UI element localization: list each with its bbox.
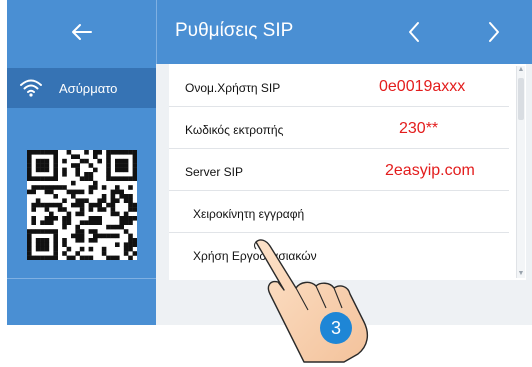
header-divider <box>156 0 157 64</box>
next-page-button[interactable] <box>479 16 509 48</box>
setting-label: Κωδικός εκτροπής <box>185 123 284 137</box>
setting-label: Server SIP <box>185 165 244 179</box>
setting-row-sip-server[interactable]: Server SIP 2easyip.com <box>169 154 509 191</box>
scroll-down-icon[interactable]: ▼ <box>517 270 525 278</box>
setting-label: Ονομ.Χρήστη SIP <box>185 81 281 95</box>
chevron-left-icon <box>409 22 419 42</box>
header-bar: Ρυθμίσεις SIP <box>7 0 532 64</box>
setting-row-manual-registration[interactable]: Χειροκίνητη εγγραφή <box>169 196 509 233</box>
chevron-right-icon <box>489 22 499 42</box>
arrow-left-icon <box>72 24 92 40</box>
setting-label: Χειροκίνητη εγγραφή <box>193 207 305 221</box>
sidebar-divider <box>7 278 156 279</box>
setting-row-forward-code[interactable]: Κωδικός εκτροπής 230** <box>169 112 509 149</box>
pointing-hand-icon <box>253 239 369 363</box>
sidebar: Ασύρματο <box>7 64 156 325</box>
scrollbar-thumb[interactable] <box>518 78 524 120</box>
setting-value: 0e0019axxx <box>379 78 466 95</box>
sidebar-item-label: Ασύρματο <box>59 80 118 96</box>
scrollbar[interactable]: ▲ ▼ <box>516 66 525 278</box>
qr-code-icon <box>27 150 137 260</box>
previous-page-button[interactable] <box>399 16 429 48</box>
back-button[interactable] <box>62 14 102 50</box>
page-title: Ρυθμίσεις SIP <box>175 20 294 41</box>
step-badge: 3 <box>320 312 352 344</box>
setting-value: 230** <box>399 120 439 137</box>
wifi-icon <box>20 79 42 97</box>
setting-value: 2easyip.com <box>385 162 475 179</box>
scroll-up-icon[interactable]: ▲ <box>517 66 525 74</box>
sidebar-item-wireless[interactable]: Ασύρματο <box>7 68 156 108</box>
setting-row-sip-username[interactable]: Ονομ.Χρήστη SIP 0e0019axxx <box>169 70 509 107</box>
